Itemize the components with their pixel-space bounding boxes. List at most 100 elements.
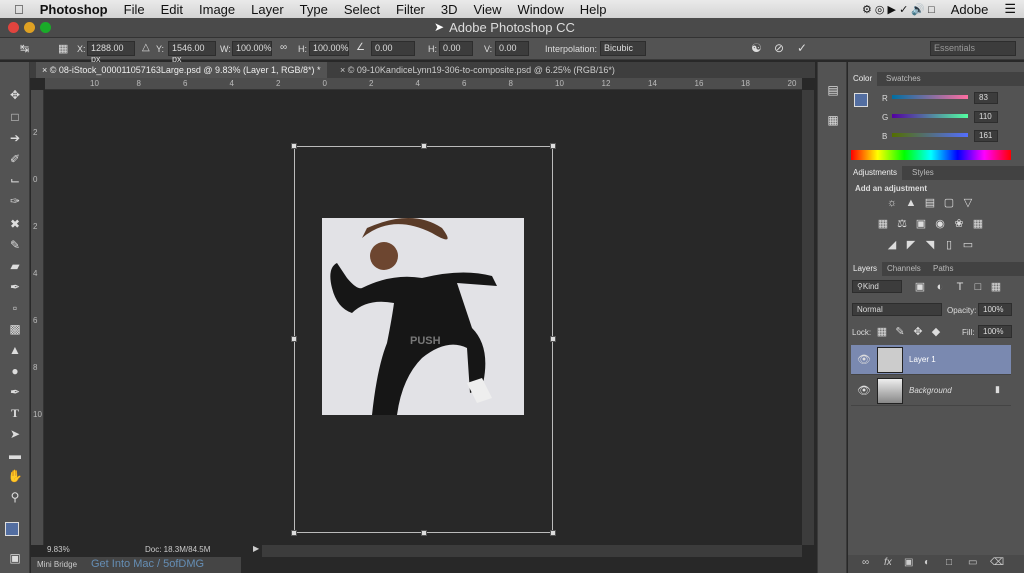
- menu-layer[interactable]: Layer: [243, 2, 292, 17]
- filter-smart-icon[interactable]: ▦: [990, 281, 1002, 293]
- path-select-icon[interactable]: ➤: [6, 426, 24, 442]
- color-lookup-icon[interactable]: ▦: [972, 218, 984, 230]
- h-field[interactable]: 100.00%: [309, 41, 349, 56]
- menu-help[interactable]: Help: [572, 2, 615, 17]
- black-white-icon[interactable]: ▣: [915, 218, 927, 230]
- hue-sat-icon[interactable]: ▦: [877, 218, 889, 230]
- marquee-tool-icon[interactable]: □: [6, 109, 24, 125]
- dodge-tool-icon[interactable]: ●: [6, 363, 24, 379]
- history-panel-icon[interactable]: ▤: [824, 82, 842, 98]
- link-layers-icon[interactable]: ∞: [862, 557, 869, 568]
- blue-slider[interactable]: [892, 133, 968, 137]
- menu-3d[interactable]: 3D: [433, 2, 466, 17]
- lock-all-icon[interactable]: ◆: [930, 326, 942, 338]
- threshold-icon[interactable]: ◥: [924, 239, 936, 251]
- horizontal-scrollbar[interactable]: [262, 545, 802, 557]
- brush-tool-icon[interactable]: ✎: [6, 237, 24, 253]
- foreground-color-swatch[interactable]: [5, 522, 19, 536]
- zoom-tool-icon[interactable]: ⚲: [6, 489, 24, 505]
- transform-handle[interactable]: [421, 143, 427, 149]
- x-field[interactable]: 1288.00 px: [87, 41, 135, 64]
- tab-channels[interactable]: Channels: [882, 262, 926, 276]
- tab-swatches[interactable]: Swatches: [881, 72, 926, 86]
- filter-adjust-icon[interactable]: ◐: [934, 281, 946, 293]
- angle-field[interactable]: 0.00: [371, 41, 415, 56]
- menu-edit[interactable]: Edit: [153, 2, 191, 17]
- transform-handle[interactable]: [421, 530, 427, 536]
- history-brush-icon[interactable]: ✒: [6, 279, 24, 295]
- color-balance-icon[interactable]: ⚖: [896, 218, 908, 230]
- blur-tool-icon[interactable]: ▲: [6, 342, 24, 358]
- invert-icon[interactable]: ◢: [886, 239, 898, 251]
- menu-window[interactable]: Window: [509, 2, 571, 17]
- color-swatch[interactable]: [854, 93, 868, 107]
- hand-tool-icon[interactable]: ✋: [6, 468, 24, 484]
- selective-color-icon[interactable]: ▭: [962, 239, 974, 251]
- gradient-tool-icon[interactable]: ▩: [6, 321, 24, 337]
- tab-styles[interactable]: Styles: [907, 166, 939, 180]
- transform-bounding-box[interactable]: [294, 146, 553, 533]
- visibility-eye-icon[interactable]: 👁: [857, 353, 871, 366]
- reference-point-icon[interactable]: ▦: [58, 42, 68, 55]
- clone-stamp-icon[interactable]: ▰: [6, 258, 24, 274]
- eyedropper-icon[interactable]: ✑: [6, 193, 24, 209]
- layer-row[interactable]: 👁 Layer 1: [851, 345, 1011, 375]
- transform-handle[interactable]: [550, 143, 556, 149]
- status-arrow-icon[interactable]: ▶: [253, 544, 259, 553]
- menu-filter[interactable]: Filter: [388, 2, 433, 17]
- lock-paint-icon[interactable]: ✎: [894, 326, 906, 338]
- canvas-area[interactable]: PUSH ➤: [45, 20, 802, 545]
- menu-app[interactable]: Photoshop: [32, 2, 116, 17]
- visibility-eye-icon[interactable]: 👁: [857, 384, 871, 397]
- layer-name[interactable]: Layer 1: [909, 355, 936, 364]
- exposure-icon[interactable]: ▢: [943, 197, 955, 209]
- levels-icon[interactable]: ▲: [905, 197, 917, 209]
- filter-pixel-icon[interactable]: ▣: [914, 281, 926, 293]
- tab-layers[interactable]: Layers: [848, 262, 883, 276]
- zoom-level[interactable]: 9.83%: [47, 545, 70, 554]
- workspace-select[interactable]: Essentials: [930, 41, 1016, 56]
- fx-icon[interactable]: fx: [884, 557, 892, 568]
- color-spectrum[interactable]: [851, 150, 1011, 160]
- interpolation-select[interactable]: Bicubic: [600, 41, 646, 56]
- filter-shape-icon[interactable]: □: [972, 281, 984, 293]
- link-icon[interactable]: ∞: [280, 42, 287, 53]
- new-group-icon[interactable]: □: [946, 557, 952, 568]
- add-mask-icon[interactable]: ▣: [904, 557, 913, 568]
- menu-file[interactable]: File: [116, 2, 153, 17]
- red-value[interactable]: 83: [974, 92, 998, 104]
- red-slider[interactable]: [892, 95, 968, 99]
- layer-name[interactable]: Background: [909, 386, 952, 395]
- transform-handle[interactable]: [291, 143, 297, 149]
- photo-filter-icon[interactable]: ◉: [934, 218, 946, 230]
- hskew-field[interactable]: 0.00: [439, 41, 473, 56]
- lasso-tool-icon[interactable]: ➔: [6, 130, 24, 146]
- quick-select-icon[interactable]: ✐: [6, 151, 24, 167]
- transform-handle[interactable]: [550, 530, 556, 536]
- tab-document-2[interactable]: × © 09-10KandiceLynn19-306-to-composite.…: [334, 62, 621, 78]
- transform-handle[interactable]: [291, 336, 297, 342]
- blue-value[interactable]: 161: [974, 130, 998, 142]
- tab-color[interactable]: Color: [848, 72, 878, 86]
- tab-close-icon[interactable]: ×: [42, 65, 47, 75]
- menu-adobe[interactable]: Adobe: [943, 2, 997, 17]
- filter-type-icon[interactable]: T: [954, 281, 966, 293]
- trash-icon[interactable]: ⌫: [990, 557, 1004, 568]
- apple-icon[interactable]: : [0, 2, 32, 17]
- status-icons[interactable]: ⚙ ◎ ▶ ✓ 🔊 □: [854, 3, 943, 16]
- mini-bridge-label[interactable]: Mini Bridge: [37, 560, 77, 569]
- transform-handle[interactable]: [291, 530, 297, 536]
- commit-transform-icon[interactable]: ✓: [797, 41, 807, 55]
- transform-tool-icon[interactable]: ↹: [20, 42, 29, 55]
- properties-panel-icon[interactable]: ▦: [824, 112, 842, 128]
- layer-row[interactable]: 👁 Background ▮: [851, 376, 1011, 406]
- w-field[interactable]: 100.00%: [232, 41, 272, 56]
- opacity-field[interactable]: 100%: [978, 303, 1012, 316]
- menu-type[interactable]: Type: [292, 2, 336, 17]
- gradient-map-icon[interactable]: ▯: [943, 239, 955, 251]
- eraser-tool-icon[interactable]: ▫: [6, 300, 24, 316]
- tab-paths[interactable]: Paths: [928, 262, 958, 276]
- menu-view[interactable]: View: [466, 2, 510, 17]
- crop-tool-icon[interactable]: ⌙: [6, 172, 24, 188]
- vskew-field[interactable]: 0.00: [495, 41, 529, 56]
